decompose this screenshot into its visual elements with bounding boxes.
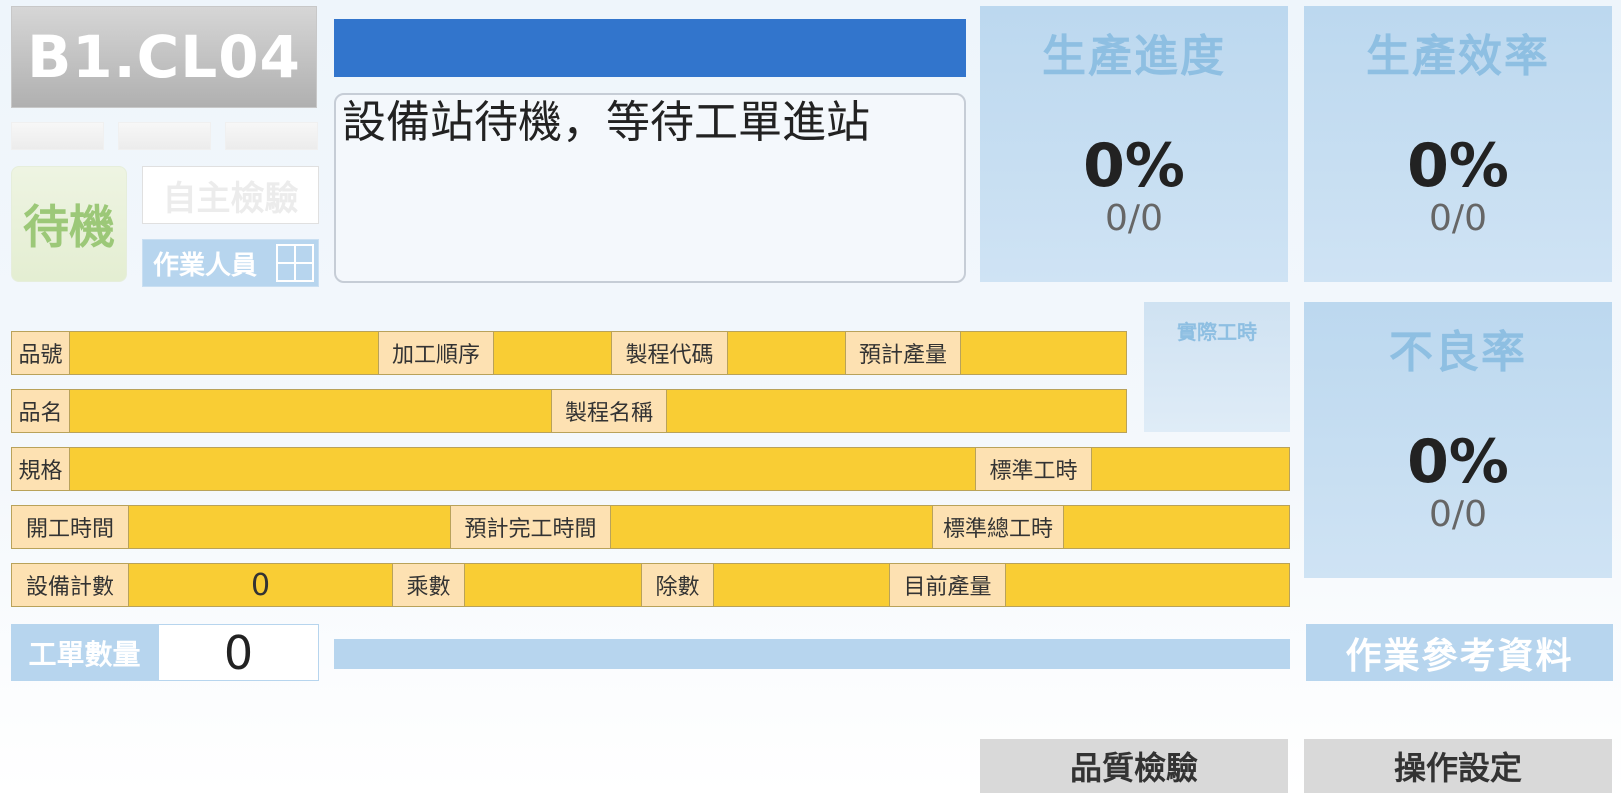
label-process-seq: 加工順序	[378, 332, 494, 374]
label-part-name: 品名	[12, 390, 70, 432]
row-part-info: 品號 加工順序 製程代碼 預計產量	[11, 331, 1127, 375]
kpi-progress-percent: 0%	[1083, 131, 1185, 201]
indicator-3	[225, 122, 318, 150]
grid-icon	[276, 244, 314, 282]
status-message: 設備站待機，等待工單進站	[334, 93, 966, 283]
value-equip-count: 0	[250, 567, 271, 603]
kpi-efficiency-ratio: 0/0	[1429, 198, 1487, 239]
row-timing: 開工時間 預計完工時間 標準總工時	[11, 505, 1290, 549]
work-order-qty-label: 工單數量	[11, 624, 158, 681]
operation-settings-button[interactable]: 操作設定	[1304, 739, 1612, 793]
indicator-2	[118, 122, 211, 150]
label-divisor: 除數	[641, 564, 714, 606]
value-part-no	[70, 332, 389, 374]
label-multiplier: 乘數	[392, 564, 465, 606]
label-process-code: 製程代碼	[611, 332, 728, 374]
label-planned-finish: 預計完工時間	[450, 506, 611, 548]
label-equip-count: 設備計數	[12, 564, 129, 606]
progress-bar	[334, 639, 1290, 669]
row-spec: 規格 標準工時	[11, 447, 1290, 491]
station-id: B1.CL04	[11, 6, 317, 108]
quality-inspection-button[interactable]: 品質檢驗	[980, 739, 1288, 793]
value-spec	[70, 448, 975, 490]
label-part-no: 品號	[12, 332, 70, 374]
row-counts: 設備計數 0 乘數 除數 目前產量	[11, 563, 1290, 607]
self-inspection-button[interactable]: 自主檢驗	[142, 166, 319, 224]
value-std-hours	[1092, 448, 1289, 490]
kpi-efficiency-percent: 0%	[1407, 131, 1509, 201]
value-planned-finish	[611, 506, 932, 548]
value-planned-qty	[961, 332, 1126, 374]
kpi-defect-title: 不良率	[1389, 327, 1527, 378]
label-planned-qty: 預計產量	[845, 332, 961, 374]
kpi-defect-ratio: 0/0	[1429, 494, 1487, 535]
value-process-name	[667, 390, 1126, 432]
kpi-progress-ratio: 0/0	[1105, 198, 1163, 239]
operator-button[interactable]: 作業人員	[142, 239, 319, 287]
reference-docs-button[interactable]: 作業參考資料	[1306, 624, 1613, 681]
value-std-total-hours	[1064, 506, 1289, 548]
kpi-defect-percent: 0%	[1407, 427, 1509, 497]
value-process-code	[728, 332, 845, 374]
status-badge: 待機	[11, 166, 127, 282]
work-order-qty-value: 0	[158, 624, 319, 681]
row-part-name: 品名 製程名稱	[11, 389, 1127, 433]
value-process-seq	[494, 332, 611, 374]
label-current-output: 目前產量	[889, 564, 1006, 606]
value-part-name	[70, 390, 551, 432]
kpi-progress: 生產進度 0% 0/0	[980, 6, 1288, 282]
value-divisor	[714, 564, 889, 606]
kpi-efficiency-title: 生產效率	[1366, 31, 1550, 82]
kpi-progress-title: 生產進度	[1042, 31, 1226, 82]
value-multiplier	[465, 564, 641, 606]
value-start-time	[129, 506, 450, 548]
label-spec: 規格	[12, 448, 70, 490]
label-std-hours: 標準工時	[975, 448, 1092, 490]
operator-label: 作業人員	[153, 250, 258, 281]
kpi-efficiency: 生產效率 0% 0/0	[1304, 6, 1612, 282]
work-order-bar	[334, 19, 966, 77]
label-process-name: 製程名稱	[551, 390, 667, 432]
label-std-total-hours: 標準總工時	[932, 506, 1064, 548]
indicator-1	[11, 122, 104, 150]
value-current-output	[1006, 564, 1289, 606]
label-start-time: 開工時間	[12, 506, 129, 548]
kpi-defect: 不良率 0% 0/0	[1304, 302, 1612, 578]
actual-hours-panel: 實際工時	[1144, 302, 1290, 432]
